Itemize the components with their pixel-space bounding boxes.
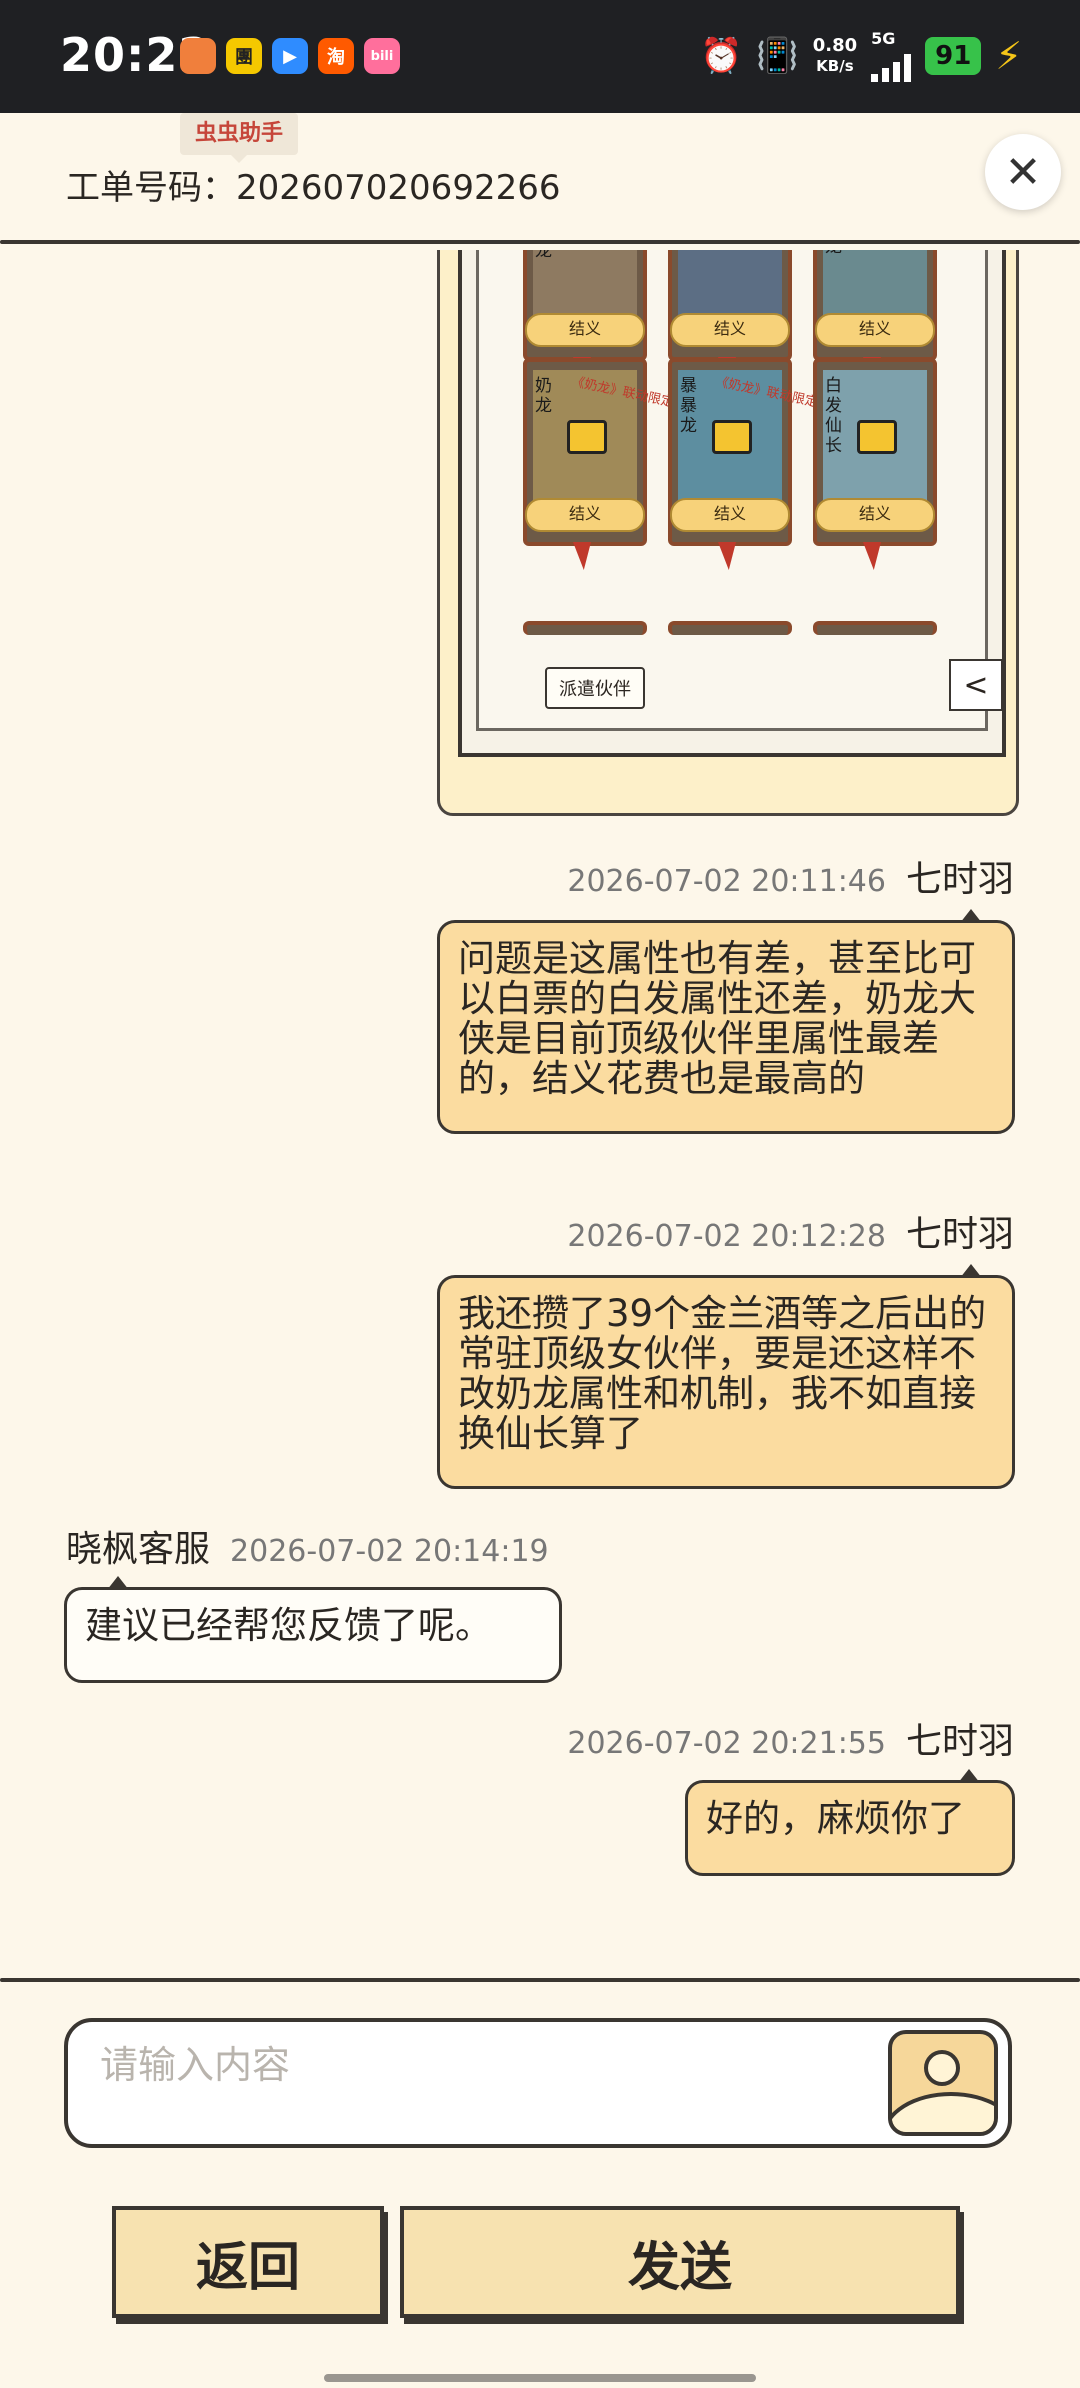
network-type: 5G (871, 29, 896, 48)
charging-icon: ⚡ (995, 34, 1022, 78)
game-screenshot: 奶龙 结义 结义 龙 结义 奶龙 (458, 250, 1006, 757)
message-bubble[interactable]: 建议已经帮您反馈了呢。 (64, 1576, 562, 1683)
message-text: 好的，麻烦你了 (706, 1797, 965, 1840)
message-meta: 2026-07-02 20:12:28 七时羽 (567, 1214, 1014, 1255)
app-notification-icon: 團 (226, 38, 262, 74)
signal-icon: 5G (871, 29, 912, 82)
message-text: 我还攒了39个金兰酒等之后出的常驻顶级女伙伴，要是还这样不改奶龙属性和机制，我不… (458, 1292, 987, 1455)
message-bubble[interactable]: 好的，麻烦你了 (685, 1769, 1015, 1876)
app-tooltip: 虫虫助手 (180, 113, 298, 163)
dispatch-partner-button: 派遣伙伴 (545, 667, 645, 709)
partner-card (523, 621, 647, 635)
ticket-number: 工单号码：202607020692266 (66, 168, 561, 208)
message-text: 建议已经帮您反馈了呢。 (85, 1604, 492, 1647)
system-indicators: ⏰ 📳 0.80 KB/s 5G 91 ⚡ (700, 30, 1022, 82)
partner-card: 白发仙长 结义 (813, 358, 937, 570)
lock-icon (712, 420, 752, 454)
lock-icon (567, 420, 607, 454)
partner-card: 龙 结义 (813, 250, 937, 385)
partner-card: 结义 (668, 250, 792, 385)
composer-divider (0, 1978, 1080, 1982)
network-speed: 0.80 KB/s (812, 35, 858, 76)
message-meta: 晓枫客服 2026-07-02 20:14:19 (66, 1529, 549, 1570)
message-input-box[interactable] (64, 2018, 1012, 2148)
home-indicator[interactable] (324, 2374, 756, 2382)
message-bubble[interactable]: 问题是这属性也有差，甚至比可以白票的白发属性还差，奶龙大侠是目前顶级伙伴里属性最… (437, 909, 1015, 1134)
partner-card (813, 621, 937, 635)
message-meta: 2026-07-02 20:21:55 七时羽 (567, 1721, 1014, 1762)
app-notification-icon: ▶ (272, 38, 308, 74)
app-notification-icon (180, 38, 216, 74)
back-button[interactable]: 返回 (112, 2206, 384, 2318)
message-meta: 2026-07-02 20:11:46 七时羽 (567, 859, 1014, 900)
app-notification-icon: 淘 (318, 38, 354, 74)
partner-card: 奶龙 结义 (523, 250, 647, 385)
lock-icon (857, 420, 897, 454)
alarm-icon: ⏰ (700, 36, 743, 76)
vibrate-icon: 📳 (756, 36, 799, 76)
close-button[interactable]: ✕ (985, 134, 1061, 210)
header-divider (0, 240, 1080, 244)
battery-icon: 91 (925, 37, 982, 75)
app-notification-icon: bili (364, 38, 400, 74)
image-message[interactable]: 奶龙 结义 结义 龙 结义 奶龙 (437, 250, 1019, 816)
close-icon: ✕ (1004, 146, 1042, 198)
send-button[interactable]: 发送 (400, 2206, 960, 2318)
status-bar: 20:22 團 ▶ 淘 bili ⏰ 📳 0.80 KB/s 5G 91 ⚡ (0, 0, 1080, 113)
chevron-left-icon: < (949, 659, 1003, 711)
message-bubble[interactable]: 我还攒了39个金兰酒等之后出的常驻顶级女伙伴，要是还这样不改奶龙属性和机制，我不… (437, 1264, 1015, 1489)
message-text: 问题是这属性也有差，甚至比可以白票的白发属性还差，奶龙大侠是目前顶级伙伴里属性最… (458, 937, 976, 1100)
chat-area[interactable]: 奶龙 结义 结义 龙 结义 奶龙 (0, 250, 1080, 1970)
notification-icons: 團 ▶ 淘 bili (180, 38, 400, 74)
image-upload-button[interactable] (888, 2030, 998, 2136)
message-input[interactable] (98, 2034, 902, 2096)
partner-card (668, 621, 792, 635)
